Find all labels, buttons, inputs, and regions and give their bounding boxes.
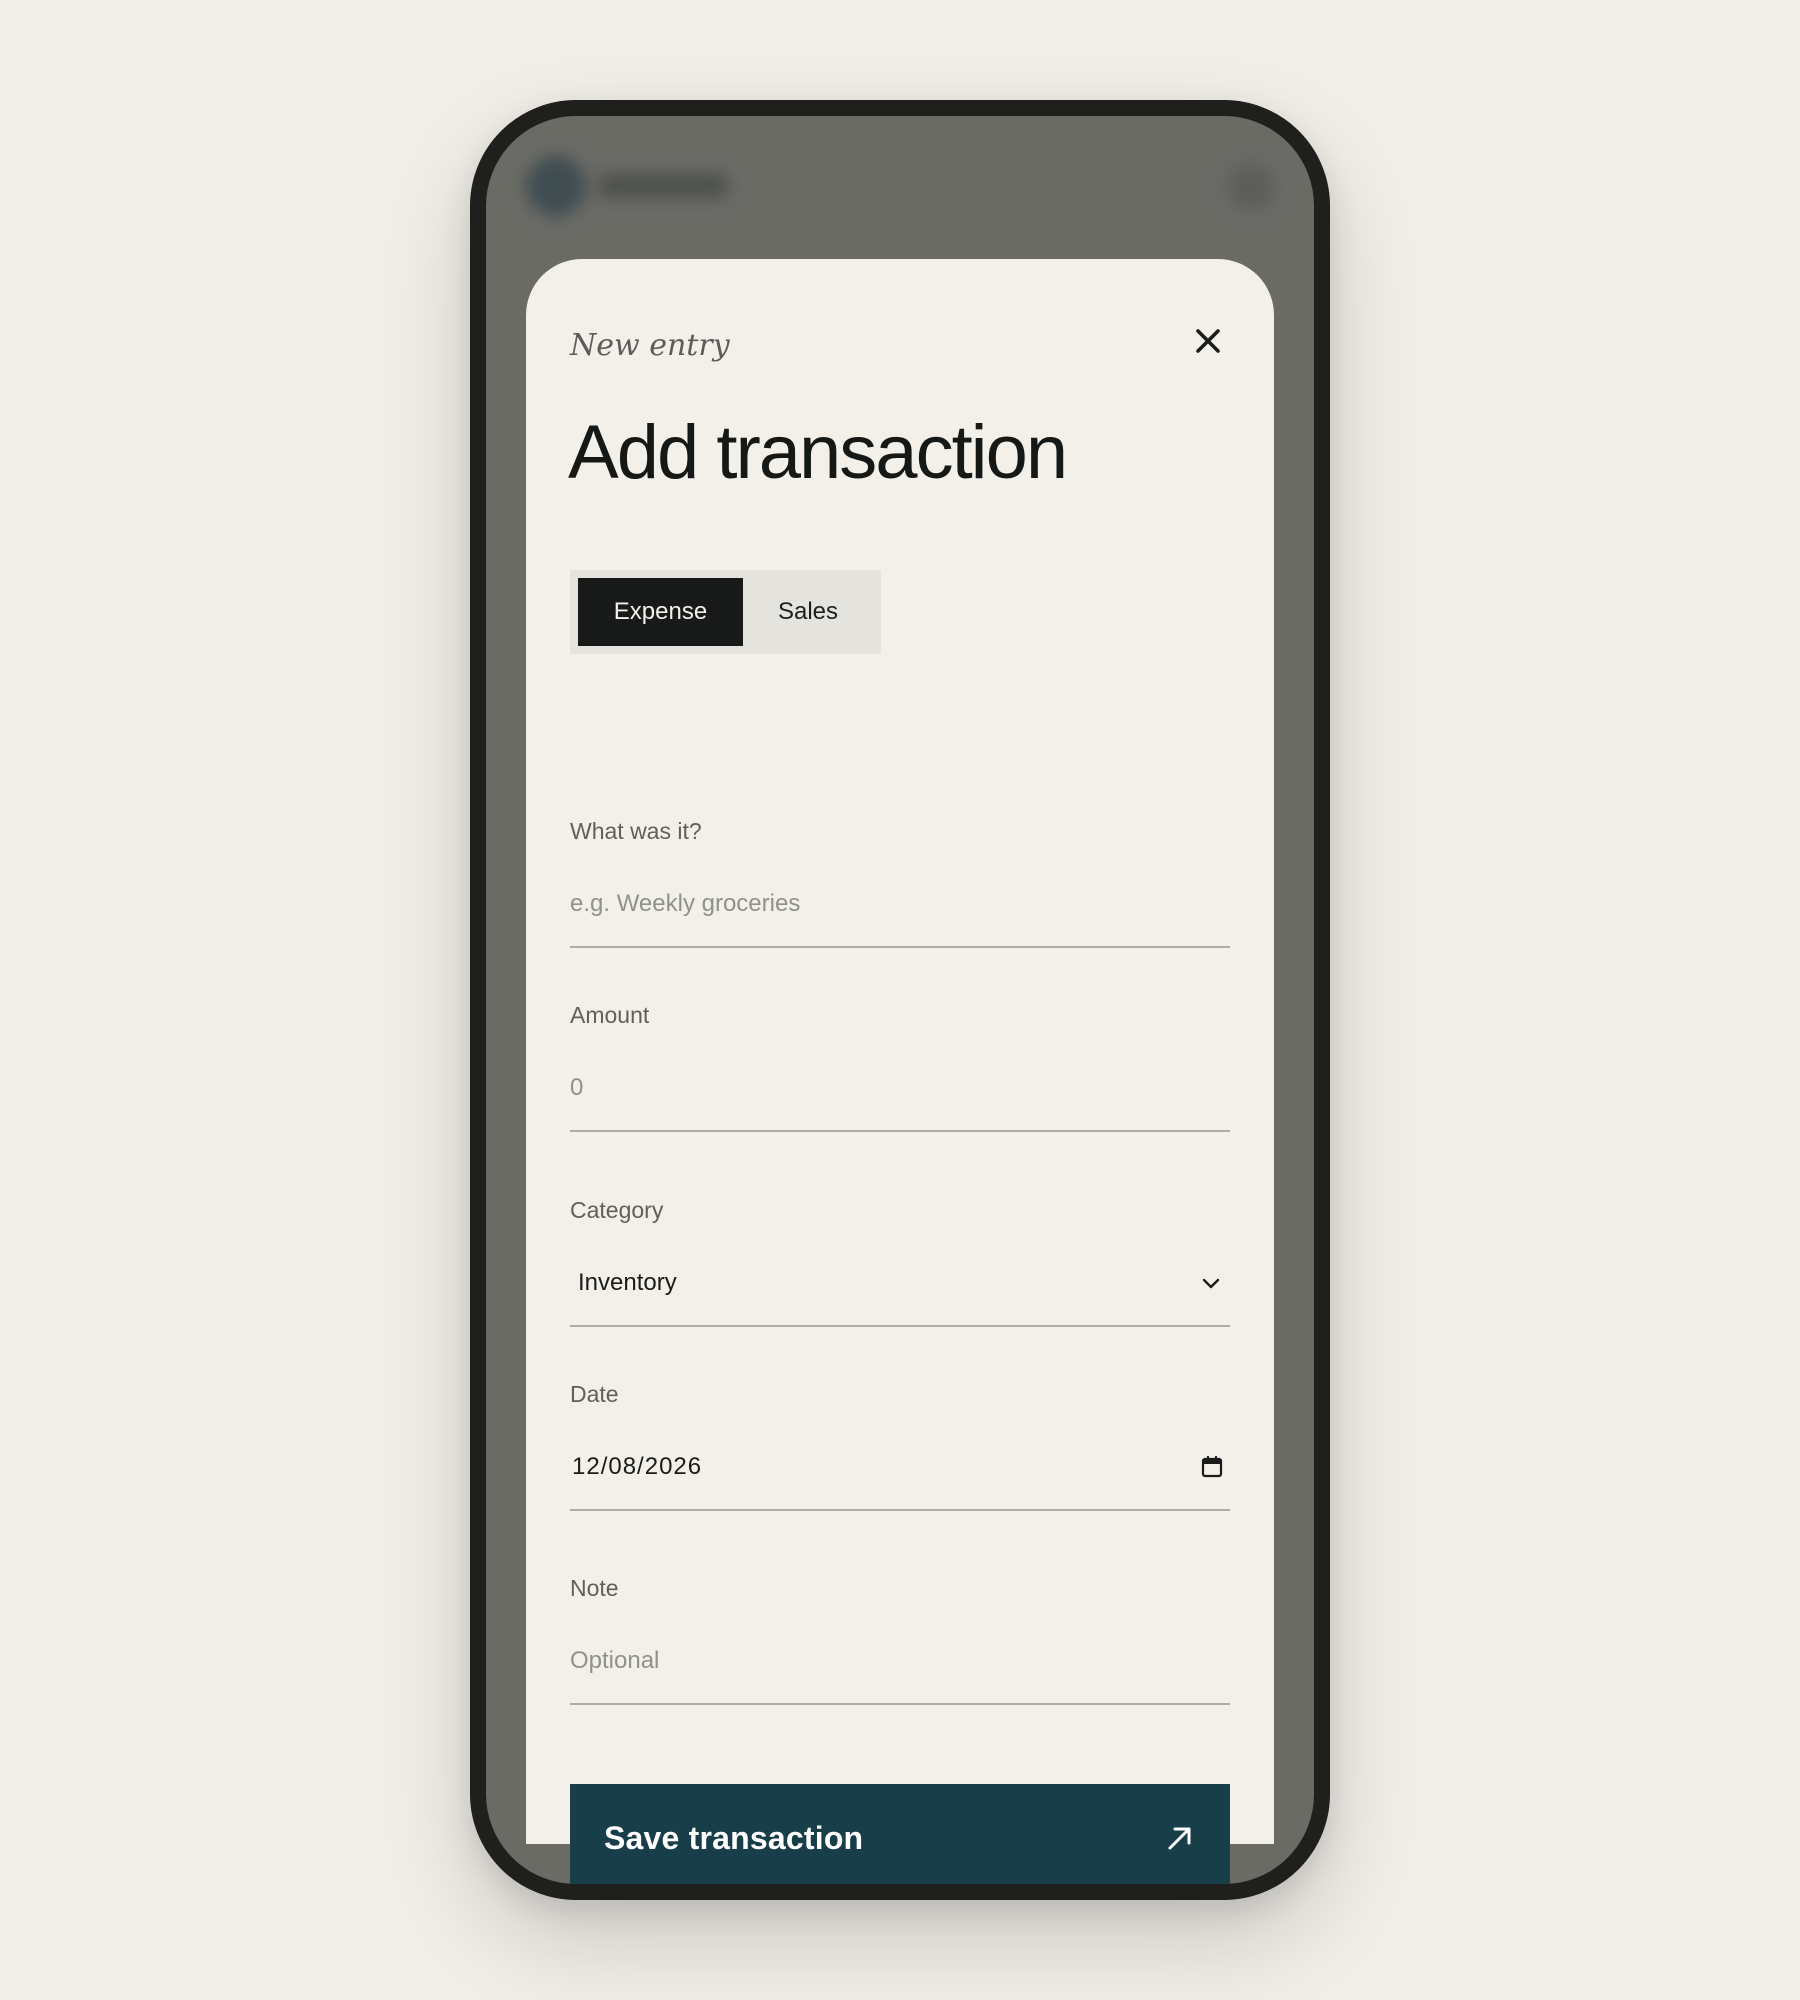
transaction-type-toggle: Expense Sales bbox=[570, 570, 881, 654]
save-transaction-button[interactable]: Save transaction bbox=[570, 1784, 1230, 1884]
amount-label: Amount bbox=[570, 1002, 650, 1028]
close-button[interactable] bbox=[1190, 323, 1226, 359]
close-icon bbox=[1196, 329, 1220, 353]
date-input[interactable]: 12/08/2026 bbox=[570, 1425, 1230, 1511]
note-input[interactable]: Optional bbox=[570, 1619, 1230, 1705]
note-field: Note Optional bbox=[570, 1573, 1230, 1705]
category-field: Category Inventory bbox=[570, 1195, 1230, 1327]
background-menu-icon bbox=[1228, 164, 1274, 210]
date-value: 12/08/2026 bbox=[572, 1453, 703, 1480]
note-placeholder: Optional bbox=[570, 1647, 660, 1674]
phone-frame: New entry Add transaction Expense Sales … bbox=[470, 100, 1330, 1900]
amount-field: Amount 0 bbox=[570, 1000, 1230, 1132]
toggle-option-expense[interactable]: Expense bbox=[578, 578, 743, 646]
add-transaction-sheet: New entry Add transaction Expense Sales … bbox=[526, 259, 1274, 1884]
description-input[interactable]: e.g. Weekly groceries bbox=[570, 862, 1230, 948]
note-label: Note bbox=[570, 1575, 619, 1601]
arrow-up-right-icon bbox=[1168, 1827, 1191, 1850]
date-label: Date bbox=[570, 1381, 619, 1407]
chevron-down-icon bbox=[1202, 1278, 1220, 1289]
amount-input[interactable]: 0 bbox=[570, 1046, 1230, 1132]
category-select[interactable]: Inventory bbox=[570, 1241, 1230, 1327]
toggle-option-sales[interactable]: Sales bbox=[743, 578, 873, 646]
category-label: Category bbox=[570, 1197, 664, 1223]
calendar-icon[interactable] bbox=[1200, 1455, 1224, 1479]
amount-placeholder: 0 bbox=[570, 1074, 584, 1101]
background-logo-icon bbox=[526, 156, 586, 216]
description-label: What was it? bbox=[570, 818, 702, 844]
modal-eyebrow: New entry bbox=[570, 328, 730, 363]
description-placeholder: e.g. Weekly groceries bbox=[570, 890, 801, 917]
description-field: What was it? e.g. Weekly groceries bbox=[570, 816, 1230, 948]
date-field: Date 12/08/2026 bbox=[570, 1379, 1230, 1511]
background-brand-name bbox=[598, 174, 728, 198]
modal-title: Add transaction bbox=[568, 410, 1068, 495]
save-button-label: Save transaction bbox=[604, 1819, 864, 1856]
category-value: Inventory bbox=[578, 1269, 677, 1296]
